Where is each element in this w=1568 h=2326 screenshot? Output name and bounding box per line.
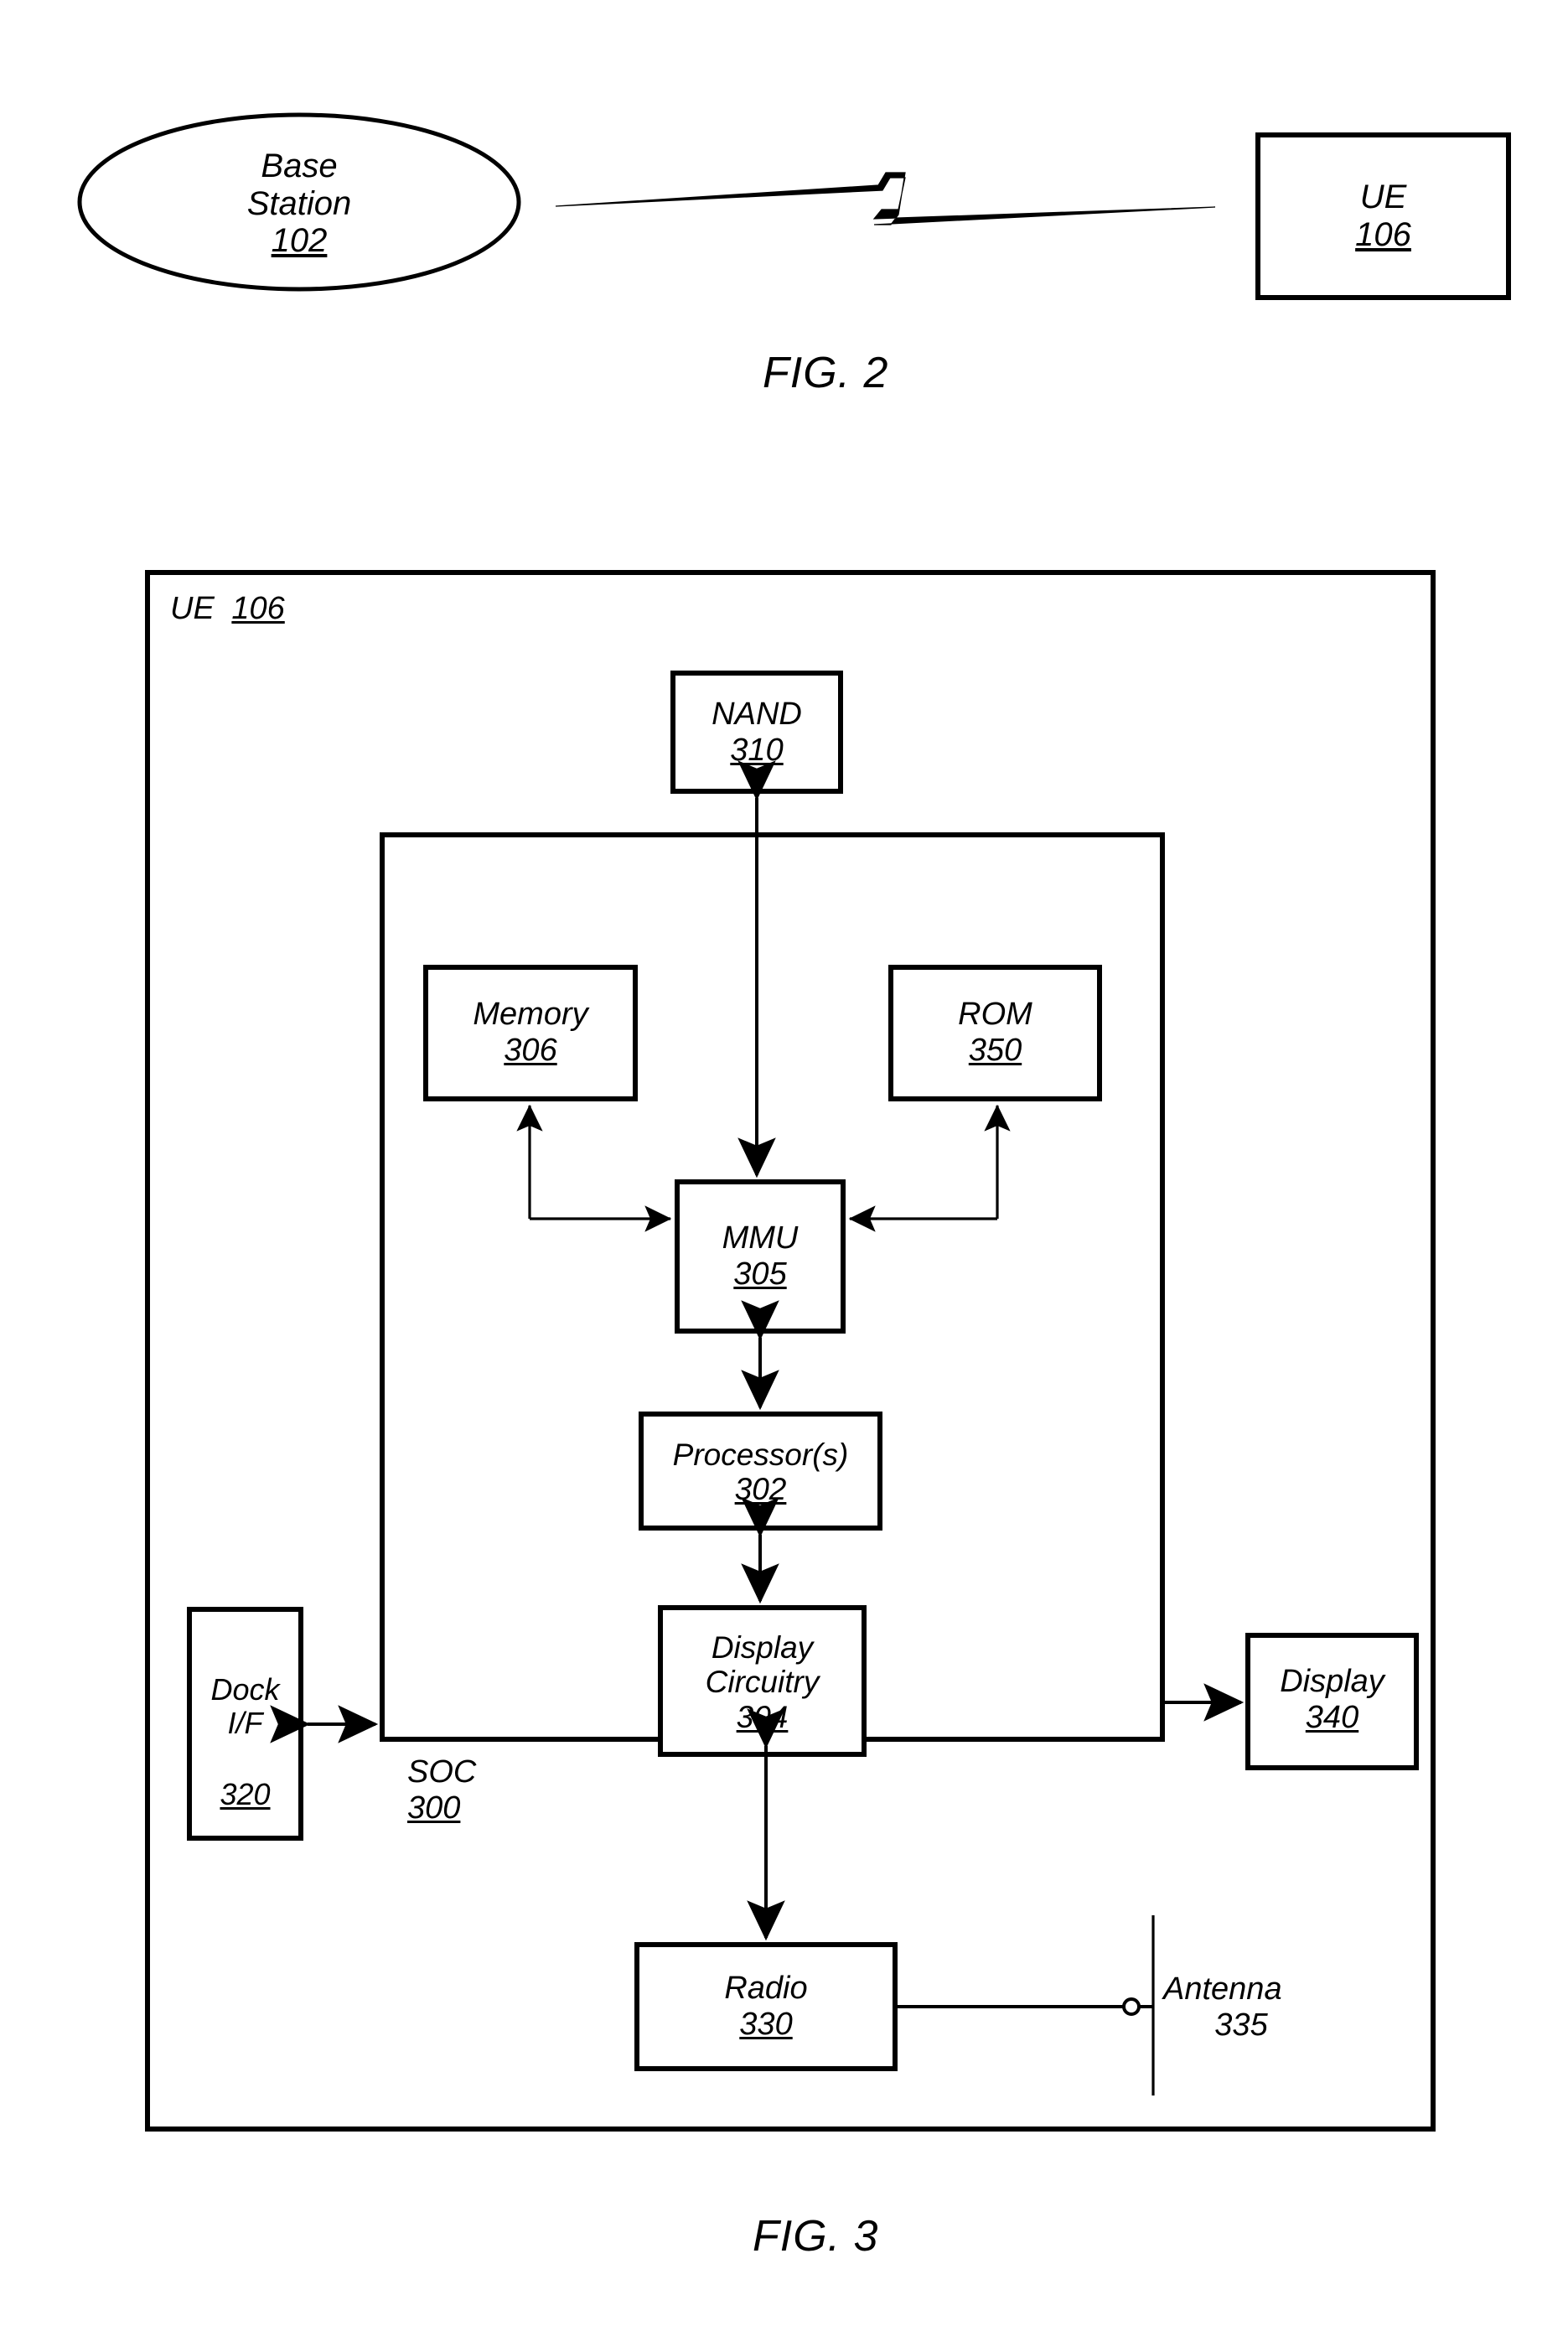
- antenna-label: Antenna 335: [1163, 1971, 1356, 2043]
- display-label: Display 340: [1248, 1653, 1416, 1747]
- ue-boundary-rect: [145, 570, 1436, 2132]
- patent-drawing-sheet: Base Station 102 UE 106 FIG. 2 UE 106 SO…: [0, 0, 1568, 2326]
- ue-fig2-ref: 106: [1355, 216, 1411, 253]
- display-line1: Display: [1280, 1664, 1384, 1700]
- processors-label: Processor(s) 302: [641, 1427, 880, 1517]
- dock-if-line1: Dock: [210, 1672, 280, 1707]
- memory-label: Memory 306: [426, 986, 635, 1080]
- processors-line1: Processor(s): [672, 1437, 849, 1472]
- radio-label: Radio 330: [637, 1960, 895, 2054]
- display-circuitry-ref: 304: [736, 1699, 789, 1734]
- nand-ref: 310: [730, 733, 784, 768]
- display-circuitry-line2: Circuitry: [705, 1665, 820, 1700]
- ue-boundary-ref: 106: [231, 591, 285, 626]
- mmu-line1: MMU: [722, 1220, 799, 1256]
- antenna-ref: 335: [1214, 2007, 1268, 2043]
- soc-boundary-label: SOC 300: [407, 1750, 550, 1831]
- ue-fig2-line1: UE: [1359, 179, 1407, 216]
- antenna-connector-icon: [1122, 1997, 1141, 2016]
- display-circuitry-line1: Display: [711, 1629, 814, 1665]
- dock-if-ref: 320: [220, 1777, 271, 1811]
- ue-label-fig2: UE 106: [1258, 164, 1508, 268]
- fig2-caption: FIG. 2: [763, 349, 889, 397]
- dock-if-line2: I/F: [227, 1706, 263, 1741]
- fig3-graphics: [145, 570, 1436, 2132]
- soc-boundary-text: SOC: [407, 1754, 477, 1790]
- display-circuitry-label: Display Circuitry 304: [658, 1616, 867, 1748]
- memory-ref: 306: [504, 1033, 557, 1068]
- processors-ref: 302: [734, 1472, 787, 1506]
- ue-boundary-text: UE: [170, 591, 215, 626]
- base-station-label: Base Station 102: [165, 145, 433, 262]
- base-station-ref: 102: [271, 222, 328, 260]
- soc-boundary-ref: 300: [407, 1790, 461, 1826]
- fig3-caption: FIG. 3: [753, 2212, 879, 2261]
- radio-ref: 330: [739, 2007, 793, 2042]
- dock-if-ref-wrap: 320: [189, 1777, 301, 1811]
- radio-line1: Radio: [724, 1971, 808, 2007]
- base-station-line1: Base: [261, 147, 338, 184]
- antenna-line1: Antenna: [1163, 1971, 1282, 2007]
- wireless-lightning-bolt: [555, 172, 1216, 225]
- mmu-label: MMU 305: [677, 1210, 843, 1303]
- rom-ref: 350: [968, 1033, 1022, 1068]
- display-ref: 340: [1305, 1700, 1359, 1735]
- rom-line1: ROM: [958, 997, 1032, 1033]
- nand-label: NAND 310: [673, 687, 841, 778]
- nand-line1: NAND: [712, 697, 802, 733]
- memory-line1: Memory: [473, 997, 588, 1033]
- ue-boundary-label: UE 106: [170, 591, 285, 627]
- base-station-line2: Station: [246, 184, 352, 222]
- rom-label: ROM 350: [891, 986, 1100, 1080]
- dock-if-label: Dock I/F: [189, 1672, 301, 1741]
- mmu-ref: 305: [733, 1256, 787, 1292]
